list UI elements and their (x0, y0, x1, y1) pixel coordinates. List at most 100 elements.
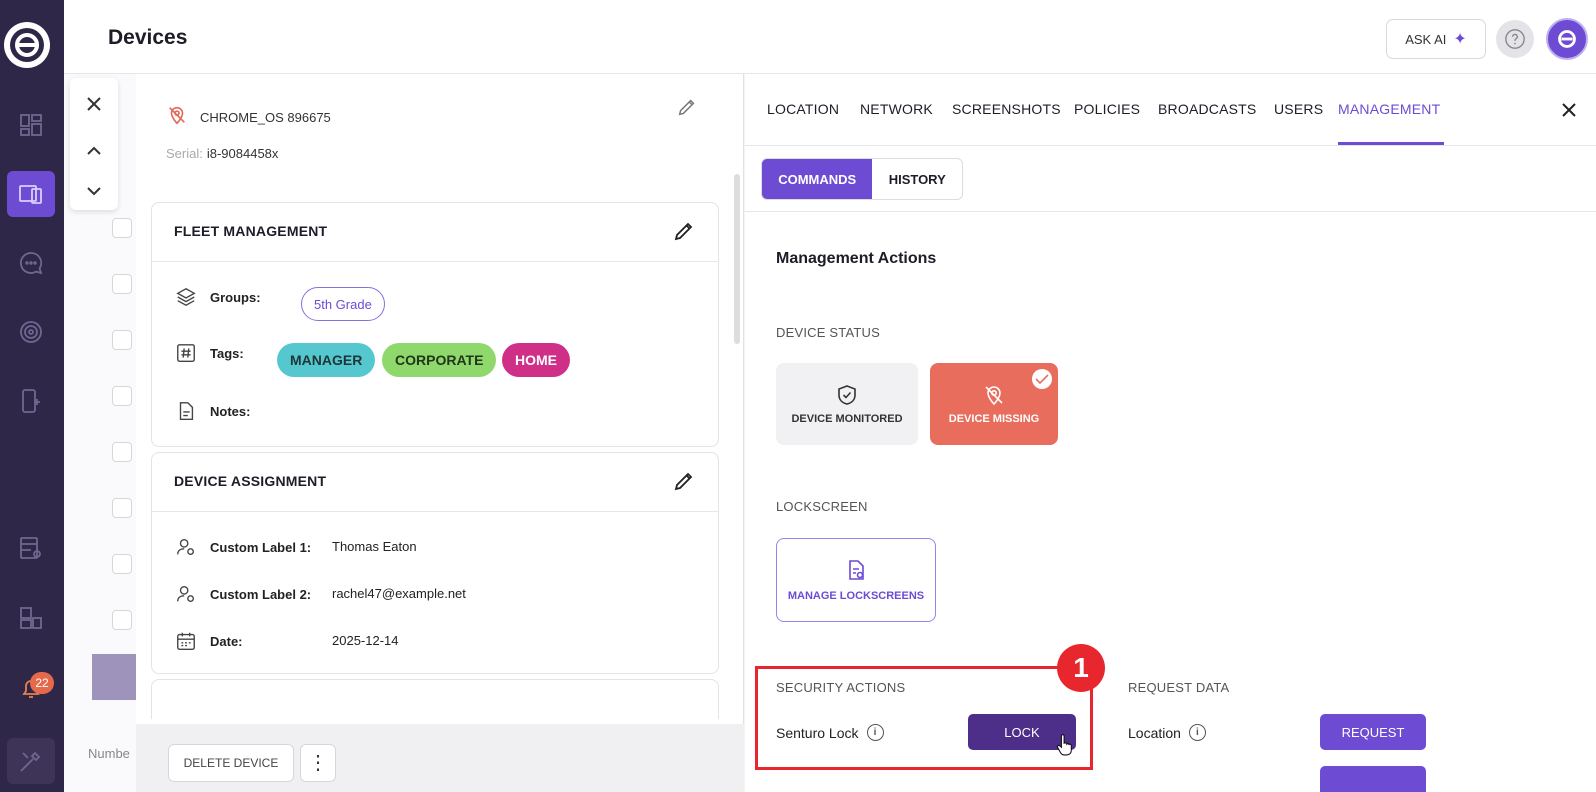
dashboard-icon[interactable] (7, 102, 55, 148)
user-avatar[interactable] (1546, 18, 1588, 60)
sparkle-icon: ✦ (1453, 31, 1467, 48)
edit-device-name-icon[interactable] (676, 96, 698, 123)
step-number-badge: 1 (1057, 644, 1105, 692)
tab-network[interactable]: NETWORK (860, 101, 933, 117)
management-actions-heading: Management Actions (776, 250, 937, 267)
document-icon (174, 399, 198, 423)
custom-label-1-row: Custom Label 1: (174, 535, 311, 559)
subtab-commands[interactable]: COMMANDS (762, 159, 873, 199)
tab-management[interactable]: MANAGEMENT (1338, 101, 1440, 117)
add-device-icon[interactable] (7, 378, 55, 424)
tags-label: Tags: (210, 345, 244, 361)
reports-icon[interactable] (7, 525, 55, 571)
manage-lockscreens-label: MANAGE LOCKSCREENS (787, 590, 925, 602)
date-value: 2025-12-14 (332, 633, 399, 648)
hand-cursor-icon (1056, 734, 1074, 761)
device-assignment-card: DEVICE ASSIGNMENT Custom Label 1: Thomas… (151, 452, 719, 674)
device-missing-label: DEVICE MISSING (948, 413, 1040, 425)
bottom-action-bar: DELETE DEVICE ⋮ (136, 724, 744, 792)
tab-policies[interactable]: POLICIES (1074, 101, 1140, 117)
request-button-partial[interactable] (1320, 766, 1426, 792)
next-card (151, 679, 719, 719)
panel-navigation (70, 78, 118, 210)
top-bar: Devices ASK AI ✦ (64, 0, 1596, 74)
row-checkbox[interactable] (112, 330, 132, 350)
row-checkbox[interactable] (112, 218, 132, 238)
row-checkbox[interactable] (112, 498, 132, 518)
group-pill[interactable]: 5th Grade (301, 287, 385, 321)
request-data-label: REQUEST DATA (1128, 680, 1230, 695)
chevron-up-icon[interactable] (81, 138, 107, 164)
device-missing-button[interactable]: DEVICE MISSING (930, 363, 1058, 445)
close-panel-icon[interactable] (1559, 100, 1579, 125)
management-panel: LOCATION NETWORK SCREENSHOTS POLICIES BR… (745, 74, 1596, 792)
row-checkbox[interactable] (112, 274, 132, 294)
calendar-icon (174, 629, 198, 653)
notes-label: Notes: (210, 403, 251, 419)
info-icon[interactable]: i (1188, 724, 1206, 741)
help-icon[interactable] (1496, 20, 1534, 58)
tab-location[interactable]: LOCATION (767, 101, 839, 117)
tools-icon[interactable] (7, 738, 55, 784)
row-checkbox[interactable] (112, 386, 132, 406)
devices-icon[interactable] (7, 171, 55, 217)
tab-broadcasts[interactable]: BROADCASTS (1158, 101, 1256, 117)
delete-device-button[interactable]: DELETE DEVICE (168, 744, 294, 782)
page-title: Devices (108, 26, 188, 49)
chevron-down-icon[interactable] (81, 178, 107, 204)
device-detail-panel: CHROME_OS 896675 Serial: i8-9084458x FLEE… (136, 74, 744, 792)
custom-value-1: Thomas Eaton (332, 539, 417, 554)
ask-ai-button[interactable]: ASK AI ✦ (1386, 19, 1486, 59)
lockscreen-document-icon (849, 560, 864, 580)
row-checkbox[interactable] (112, 554, 132, 574)
custom-label-2-row: Custom Label 2: (174, 582, 311, 606)
device-monitored-button[interactable]: DEVICE MONITORED (776, 363, 918, 445)
location-label: Location (1128, 724, 1181, 741)
fleet-management-title: FLEET MANAGEMENT (174, 223, 328, 239)
messages-icon[interactable] (7, 240, 55, 286)
tab-bar: LOCATION NETWORK SCREENSHOTS POLICIES BR… (745, 74, 1596, 146)
tag-home[interactable]: HOME (502, 343, 570, 377)
number-label: Numbe (88, 746, 130, 761)
groups-label: Groups: (210, 289, 261, 305)
custom-value-2: rachel47@example.net (332, 586, 466, 601)
custom-label-1: Custom Label 1: (210, 539, 312, 555)
device-assignment-title: DEVICE ASSIGNMENT (174, 473, 327, 489)
layers-icon (174, 285, 198, 309)
edit-fleet-icon[interactable] (672, 219, 696, 248)
edit-assignment-icon[interactable] (672, 469, 696, 498)
serial-value: i8-9084458x (206, 146, 279, 161)
scrollbar[interactable] (734, 174, 740, 344)
tag-manager[interactable]: MANAGER (277, 343, 376, 377)
highlight-box (755, 666, 1093, 770)
active-tab-indicator (1338, 142, 1444, 145)
date-label: Date: (210, 633, 243, 649)
check-icon (1032, 369, 1052, 389)
device-name: CHROME_OS 896675 (200, 110, 331, 125)
shield-check-icon (838, 385, 856, 405)
sidebar: 22 (0, 0, 64, 792)
subtab-group: COMMANDS HISTORY (761, 158, 963, 200)
location-off-icon (166, 104, 188, 131)
location-request-row: Location i (1128, 724, 1206, 741)
more-options-icon[interactable]: ⋮ (300, 744, 336, 782)
tag-corporate[interactable]: CORPORATE (382, 343, 497, 377)
tab-screenshots[interactable]: SCREENSHOTS (952, 101, 1061, 117)
target-icon[interactable] (7, 309, 55, 355)
location-off-icon (985, 386, 1003, 406)
subtab-history[interactable]: HISTORY (872, 159, 962, 199)
user-icon (174, 582, 198, 606)
subtab-bar: COMMANDS HISTORY (745, 146, 1596, 212)
apps-icon[interactable] (7, 595, 55, 641)
notification-badge: 22 (30, 672, 54, 694)
app-logo-icon[interactable] (4, 22, 50, 68)
groups-row: Groups: (174, 285, 261, 309)
row-checkbox[interactable] (112, 610, 132, 630)
manage-lockscreens-button[interactable]: MANAGE LOCKSCREENS (776, 538, 936, 622)
row-checkbox[interactable] (112, 442, 132, 462)
tags-row: Tags: (174, 341, 244, 365)
request-location-button[interactable]: REQUEST (1320, 714, 1426, 750)
close-icon[interactable] (81, 91, 107, 117)
tab-users[interactable]: USERS (1274, 101, 1323, 117)
divider (152, 261, 718, 262)
